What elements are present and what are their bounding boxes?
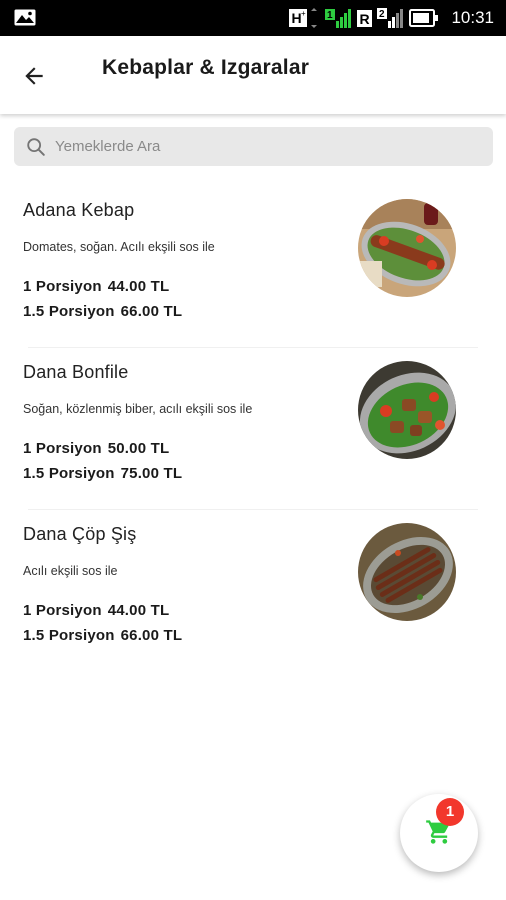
item-photo — [358, 523, 456, 621]
arrow-left-icon — [25, 67, 43, 85]
signal-sim1-icon: 1 — [325, 9, 352, 28]
portion-label: 1.5 Porsiyon — [23, 303, 115, 320]
price-row: 1 Porsiyon 44.00 TL — [23, 602, 169, 619]
divider — [28, 347, 478, 348]
price-amount: 75.00 TL — [120, 465, 183, 482]
price-row: 1.5 Porsiyon 66.00 TL — [23, 303, 182, 320]
clock: 10:31 — [451, 8, 494, 27]
price-row: 1.5 Porsiyon 66.00 TL — [23, 627, 182, 644]
menu-item[interactable]: Adana Kebap Domates, soğan. Acılı ekşili… — [0, 188, 506, 350]
portion-label: 1 Porsiyon — [23, 602, 102, 619]
cart-count-badge: 1 — [436, 798, 464, 826]
item-description: Soğan, közlenmiş biber, acılı ekşili sos… — [23, 402, 253, 416]
price-row: 1.5 Porsiyon 75.00 TL — [23, 465, 182, 482]
item-name: Dana Bonfile — [23, 362, 129, 382]
portion-label: 1 Porsiyon — [23, 278, 102, 295]
svg-text:+: + — [301, 9, 306, 18]
svg-text:1: 1 — [327, 10, 333, 21]
price-amount: 66.00 TL — [120, 303, 183, 320]
svg-text:R: R — [360, 11, 370, 27]
item-name: Adana Kebap — [23, 200, 135, 220]
search-input[interactable] — [55, 138, 455, 155]
signal-sim2-icon: R 2 — [357, 8, 404, 28]
svg-text:2: 2 — [379, 9, 385, 20]
gallery-notification-icon — [14, 9, 36, 26]
status-bar: H + 1 R 2 10:31 — [0, 0, 506, 36]
price-row: 1 Porsiyon 50.00 TL — [23, 440, 169, 457]
price-amount: 44.00 TL — [107, 278, 170, 295]
portion-label: 1.5 Porsiyon — [23, 627, 115, 644]
item-description: Domates, soğan. Acılı ekşili sos ile — [23, 240, 215, 254]
portion-label: 1 Porsiyon — [23, 440, 102, 457]
search-icon — [27, 137, 45, 156]
app-toolbar: Kebaplar & Izgaralar — [0, 36, 506, 114]
menu-item[interactable]: Dana Bonfile Soğan, közlenmiş biber, acı… — [0, 350, 506, 512]
battery-icon — [409, 9, 439, 27]
page-title: Kebaplar & Izgaralar — [102, 56, 310, 79]
price-row: 1 Porsiyon 44.00 TL — [23, 278, 169, 295]
price-amount: 44.00 TL — [107, 602, 170, 619]
price-amount: 66.00 TL — [120, 627, 183, 644]
item-photo — [358, 199, 456, 297]
back-button[interactable] — [16, 58, 52, 94]
status-icons: H + 1 R 2 10:31 — [289, 6, 494, 30]
price-amount: 50.00 TL — [107, 440, 170, 457]
portion-label: 1.5 Porsiyon — [23, 465, 115, 482]
search-bar[interactable] — [14, 127, 493, 166]
divider — [28, 509, 478, 510]
item-photo — [358, 361, 456, 459]
item-description: Acılı ekşili sos ile — [23, 564, 118, 578]
network-type-icon: H + — [289, 8, 318, 28]
item-name: Dana Çöp Şiş — [23, 524, 137, 544]
menu-item[interactable]: Dana Çöp Şiş Acılı ekşili sos ile 1 Pors… — [0, 512, 506, 674]
